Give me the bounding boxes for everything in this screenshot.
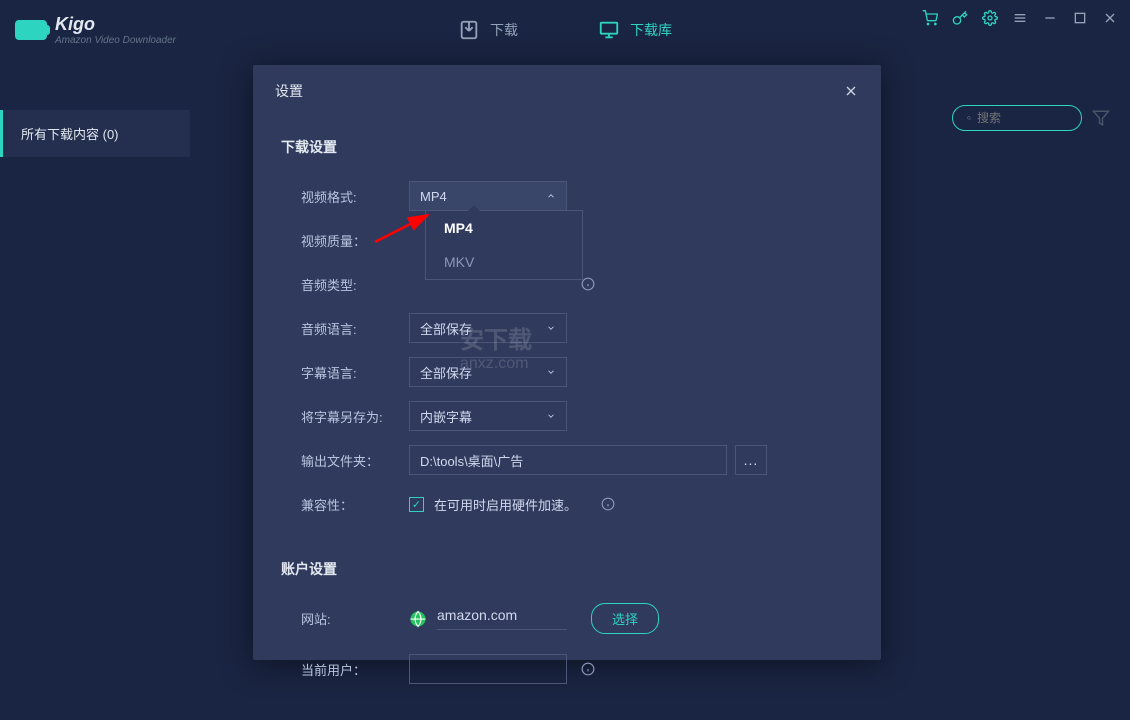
audio-type-label: 音频类型:: [281, 275, 409, 294]
hardware-accel-checkbox[interactable]: ✓: [409, 497, 424, 512]
tab-download-label: 下载: [490, 20, 518, 40]
chevron-down-icon: [546, 323, 556, 333]
search-input[interactable]: [977, 111, 1067, 125]
menu-icon[interactable]: [1012, 10, 1028, 26]
section-account-settings: 账户设置: [281, 559, 853, 579]
audio-lang-label: 音频语言:: [281, 319, 409, 338]
subtitle-lang-label: 字幕语言:: [281, 363, 409, 382]
modal-close-icon[interactable]: [843, 83, 859, 99]
video-quality-label: 视频质量：: [281, 231, 409, 250]
info-icon[interactable]: [601, 497, 615, 511]
search-box[interactable]: [952, 105, 1082, 131]
browse-button[interactable]: ...: [735, 445, 767, 475]
video-format-label: 视频格式:: [281, 187, 409, 206]
subtitle-save-value: 内嵌字幕: [420, 407, 472, 426]
key-icon[interactable]: [952, 10, 968, 26]
chevron-down-icon: [546, 367, 556, 377]
modal-header: 设置: [253, 65, 881, 117]
titlebar: Kigo Amazon Video Downloader 下载 下载库: [0, 0, 1130, 60]
audio-lang-select[interactable]: 全部保存: [409, 313, 567, 343]
compat-label: 兼容性：: [281, 495, 409, 514]
search-icon: [967, 111, 971, 125]
monitor-icon: [598, 19, 620, 41]
gear-icon[interactable]: [982, 10, 998, 26]
tab-library-label: 下载库: [630, 20, 672, 40]
cart-icon[interactable]: [922, 10, 938, 26]
chevron-down-icon: [546, 411, 556, 421]
sidebar-item-label: 所有下载内容 (0): [21, 127, 119, 142]
current-user-label: 当前用户：: [281, 660, 409, 679]
audio-lang-value: 全部保存: [420, 319, 472, 338]
subtitle-lang-value: 全部保存: [420, 363, 472, 382]
chevron-up-icon: [546, 191, 556, 201]
current-user-input[interactable]: [409, 654, 567, 684]
video-format-dropdown: MP4 MKV: [425, 210, 583, 280]
dropdown-option-mkv[interactable]: MKV: [426, 245, 582, 279]
info-icon[interactable]: [581, 277, 595, 291]
output-folder-input[interactable]: [409, 445, 727, 475]
info-icon[interactable]: [581, 662, 595, 676]
app-name: Kigo: [55, 14, 176, 35]
search-area: [952, 105, 1110, 131]
tab-library[interactable]: 下载库: [598, 19, 672, 41]
website-value: amazon.com: [437, 607, 567, 630]
app-subtitle: Amazon Video Downloader: [55, 35, 176, 46]
choose-button[interactable]: 选择: [591, 603, 659, 634]
maximize-icon[interactable]: [1072, 10, 1088, 26]
video-format-value: MP4: [420, 189, 447, 204]
subtitle-save-select[interactable]: 内嵌字幕: [409, 401, 567, 431]
tab-download[interactable]: 下载: [458, 19, 518, 41]
globe-icon: [409, 610, 427, 628]
minimize-icon[interactable]: [1042, 10, 1058, 26]
sidebar-item-all-downloads[interactable]: 所有下载内容 (0): [0, 110, 190, 157]
video-format-select[interactable]: MP4: [409, 181, 567, 211]
subtitle-save-label: 将字幕另存为:: [281, 407, 409, 426]
download-icon: [458, 19, 480, 41]
filter-icon[interactable]: [1092, 109, 1110, 127]
camera-icon: [15, 20, 47, 40]
website-label: 网站:: [281, 609, 409, 628]
output-folder-label: 输出文件夹：: [281, 451, 409, 470]
main-tabs: 下载 下载库: [458, 19, 672, 41]
close-icon[interactable]: [1102, 10, 1118, 26]
sidebar: 所有下载内容 (0): [0, 60, 190, 720]
modal-title: 设置: [275, 81, 303, 101]
dropdown-option-mp4[interactable]: MP4: [426, 211, 582, 245]
settings-modal: 设置 下载设置 视频格式: MP4 视频质量： 音频类型: 音频语言: 全部保存: [253, 65, 881, 660]
app-logo: Kigo Amazon Video Downloader: [15, 14, 176, 46]
section-download-settings: 下载设置: [281, 137, 853, 157]
window-controls: [922, 10, 1118, 26]
subtitle-lang-select[interactable]: 全部保存: [409, 357, 567, 387]
hardware-accel-label: 在可用时启用硬件加速。: [434, 495, 577, 514]
